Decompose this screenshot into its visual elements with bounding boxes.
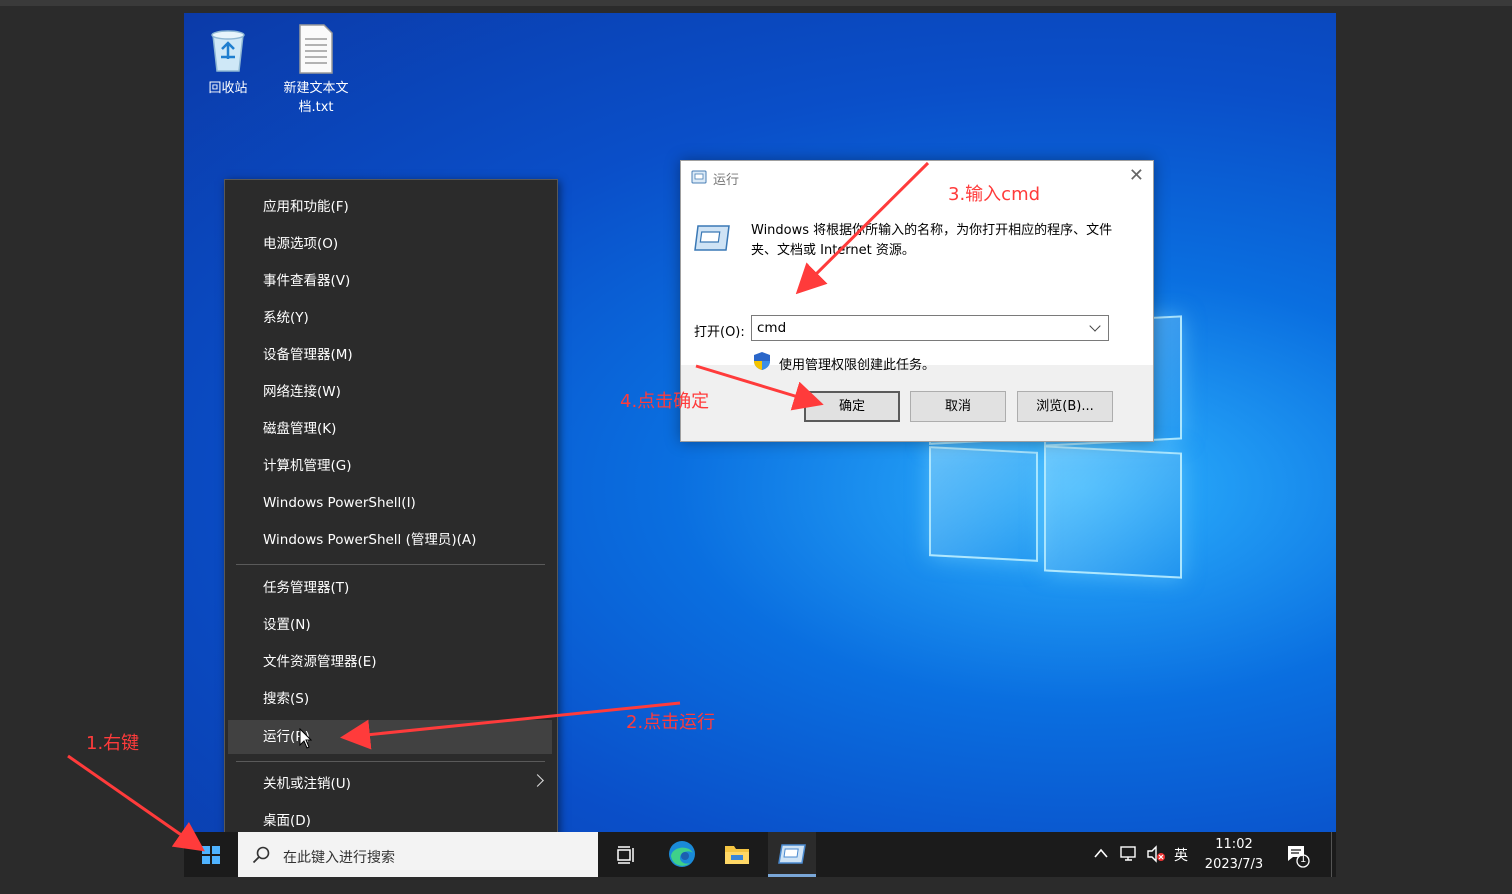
desktop-icon-label-line2: 档.txt (298, 100, 334, 115)
run-dialog-titlebar[interactable]: 运行 ✕ (681, 161, 1153, 193)
run-program-icon (694, 225, 730, 251)
open-combobox[interactable]: cmd (751, 315, 1109, 341)
notification-icon (1288, 846, 1310, 868)
menu-item-event-viewer[interactable]: 事件查看器(V) (228, 264, 552, 298)
edge-browser-icon (669, 841, 695, 867)
run-dialog-title: 运行 (713, 173, 740, 188)
menu-item-system[interactable]: 系统(Y) (228, 301, 552, 335)
ok-button[interactable]: 确定 (804, 391, 900, 422)
chevron-right-icon (531, 774, 544, 787)
volume-muted-icon[interactable] (1146, 845, 1166, 863)
browse-button[interactable]: 浏览(B)... (1017, 391, 1113, 422)
search-icon (252, 846, 270, 864)
cancel-button[interactable]: 取消 (910, 391, 1006, 422)
arrow-step1 (67, 754, 205, 852)
taskbar-edge[interactable] (658, 832, 706, 877)
chevron-down-icon[interactable] (1089, 320, 1101, 332)
menu-item-run[interactable]: 运行(R) (228, 720, 552, 754)
task-view-icon (617, 846, 634, 864)
start-button[interactable] (184, 832, 238, 877)
winx-context-menu: 应用和功能(F) 电源选项(O) 事件查看器(V) 系统(Y) 设备管理器(M)… (224, 179, 558, 851)
menu-item-shutdown[interactable]: 关机或注销(U) (228, 767, 552, 801)
taskbar-file-explorer[interactable] (713, 832, 761, 877)
annotation-step1: 1.右键 (86, 733, 140, 754)
taskbar-run-app[interactable] (768, 832, 816, 877)
annotation-step3: 3.输入cmd (948, 184, 1041, 205)
run-dialog-body: Windows 将根据你所输入的名称，为你打开相应的程序、文件夹、文档或 Int… (681, 193, 1153, 373)
taskbar-search-box[interactable]: 在此键入进行搜索 (238, 832, 598, 877)
menu-item-shutdown-label: 关机或注销(U) (263, 776, 351, 792)
admin-note: 使用管理权限创建此任务。 (779, 358, 936, 373)
network-icon[interactable] (1120, 845, 1138, 863)
menu-item-powershell-admin[interactable]: Windows PowerShell (管理员)(A) (228, 523, 552, 557)
uac-shield-icon (754, 352, 770, 370)
menu-item-computer-management[interactable]: 计算机管理(G) (228, 449, 552, 483)
clock-date: 2023/7/3 (1204, 857, 1264, 872)
annotation-step4: 4.点击确定 (620, 391, 710, 412)
close-icon[interactable]: ✕ (1129, 165, 1144, 186)
windows-logo-pane-br (1044, 445, 1182, 579)
menu-item-task-manager[interactable]: 任务管理器(T) (228, 571, 552, 605)
menu-separator (236, 761, 545, 762)
desktop-icon-label: 新建文本文 (283, 81, 349, 96)
annotation-step2: 2.点击运行 (626, 712, 716, 733)
task-view-button[interactable] (602, 832, 650, 877)
menu-item-apps-features[interactable]: 应用和功能(F) (228, 190, 552, 224)
chevron-up-icon[interactable] (1094, 848, 1108, 858)
mouse-cursor-icon (299, 728, 313, 749)
run-dialog: 运行 ✕ Windows 将根据你所输入的名称，为你打开相应的程序、文件夹、文档… (680, 160, 1154, 442)
taskbar-clock[interactable]: 11:02 2023/7/3 (1194, 835, 1274, 875)
run-dialog-description: Windows 将根据你所输入的名称，为你打开相应的程序、文件夹、文档或 Int… (751, 223, 1113, 258)
menu-item-power-options[interactable]: 电源选项(O) (228, 227, 552, 261)
recycle-bin-icon (211, 30, 245, 72)
menu-separator (236, 564, 545, 565)
windows-start-icon (202, 846, 220, 864)
windows-logo-pane-bl (929, 446, 1038, 562)
notification-count: 1 (1300, 854, 1307, 865)
run-icon (691, 170, 707, 184)
search-placeholder: 在此键入进行搜索 (283, 850, 395, 866)
menu-item-network-connections[interactable]: 网络连接(W) (228, 375, 552, 409)
text-file-icon (299, 24, 333, 74)
open-input-value[interactable]: cmd (757, 320, 786, 336)
menu-item-device-manager[interactable]: 设备管理器(M) (228, 338, 552, 372)
show-desktop-button[interactable] (1331, 832, 1337, 877)
folder-icon (725, 846, 749, 864)
action-center-button[interactable]: 1 (1286, 844, 1310, 868)
menu-item-search[interactable]: 搜索(S) (228, 682, 552, 716)
run-app-icon (778, 844, 806, 864)
menu-item-file-explorer[interactable]: 文件资源管理器(E) (228, 645, 552, 679)
clock-time: 11:02 (1215, 837, 1253, 852)
desktop-icon-text-file[interactable]: 新建文本文 档.txt (276, 23, 356, 117)
window-top-strip (0, 0, 1512, 6)
taskbar: 在此键入进行搜索 英 11:02 2023/7/3 1 (184, 832, 1336, 877)
ime-indicator[interactable]: 英 (1174, 845, 1188, 865)
menu-item-disk-management[interactable]: 磁盘管理(K) (228, 412, 552, 446)
desktop-icon-label: 回收站 (208, 81, 248, 96)
menu-item-powershell[interactable]: Windows PowerShell(I) (228, 486, 552, 520)
desktop-icon-recycle-bin[interactable]: 回收站 (188, 23, 268, 98)
menu-item-settings[interactable]: 设置(N) (228, 608, 552, 642)
open-label: 打开(O): (694, 325, 745, 340)
